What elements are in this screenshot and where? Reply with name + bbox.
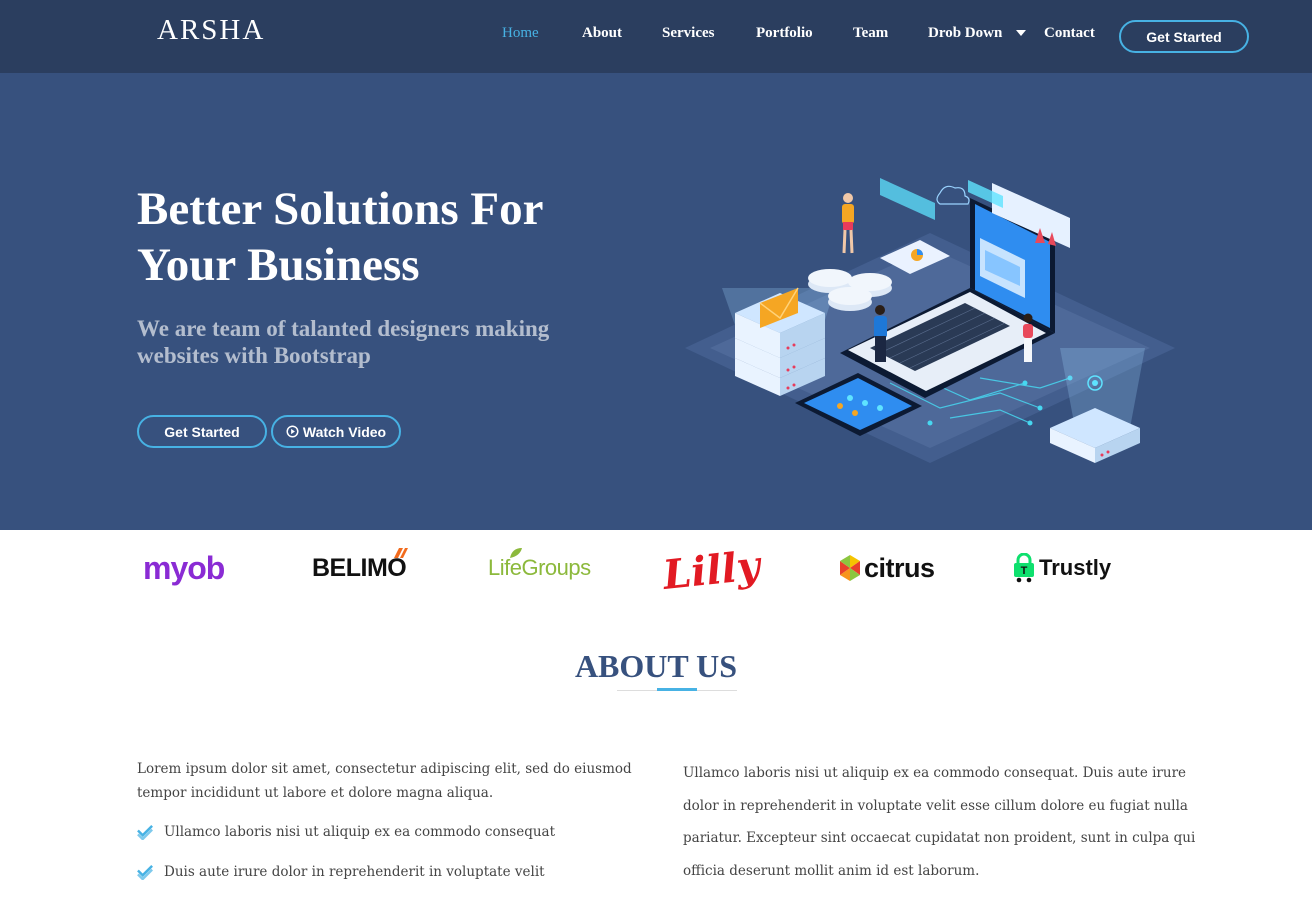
- hero-title: Better Solutions For Your Business: [137, 183, 543, 291]
- play-circle-icon: [286, 425, 299, 438]
- double-check-icon: [137, 824, 153, 840]
- about-check-item: Ullamco laboris nisi ut aliquip ex ea co…: [137, 823, 555, 840]
- main-nav: Home About Services Portfolio Team Drob …: [0, 0, 1312, 73]
- about-left-column: Lorem ipsum dolor sit amet, consectetur …: [137, 757, 677, 805]
- citrus-mark-icon: [840, 555, 860, 581]
- client-logo-belimo: BELIMO: [312, 538, 408, 598]
- about-check-item: Duis aute irure dolor in reprehenderit i…: [137, 863, 545, 880]
- client-logo-citrus: citrus: [838, 538, 935, 598]
- lock-cart-icon: T: [1014, 553, 1034, 583]
- get-started-label: Get Started: [164, 423, 240, 440]
- header-get-started-button[interactable]: Get Started: [1119, 20, 1249, 53]
- nav-dropdown[interactable]: Drob Down: [928, 25, 1002, 42]
- nav-about[interactable]: About: [582, 25, 622, 42]
- svg-text:T: T: [1021, 565, 1028, 577]
- about-intro: Lorem ipsum dolor sit amet, consectetur …: [137, 761, 632, 801]
- leaf-icon: [510, 548, 522, 558]
- watch-video-button[interactable]: Watch Video: [271, 415, 401, 448]
- chevron-down-icon[interactable]: [1016, 30, 1026, 36]
- hero-subtitle: We are team of talanted designers making…: [137, 316, 550, 368]
- clients-section: myob BELIMO LifeGroups Lilly citrus T Tr…: [0, 530, 1312, 600]
- nav-portfolio[interactable]: Portfolio: [756, 25, 813, 42]
- about-title: ABOUT US: [574, 648, 738, 684]
- check-text: Duis aute irure dolor in reprehenderit i…: [164, 863, 545, 880]
- watch-video-label: Watch Video: [302, 423, 387, 440]
- hero-section: Better Solutions For Your Business We ar…: [0, 73, 1312, 530]
- nav-team[interactable]: Team: [853, 25, 888, 42]
- double-check-icon: [137, 864, 153, 880]
- person-figure: [842, 193, 854, 254]
- nav-home[interactable]: Home: [502, 25, 539, 42]
- nav-contact[interactable]: Contact: [1044, 25, 1095, 42]
- client-logo-lilly: Lilly: [660, 541, 763, 599]
- client-logo-lifegroups: LifeGroups: [488, 538, 591, 598]
- hero-illustration: [685, 178, 1175, 463]
- title-accent: [657, 688, 697, 691]
- client-logo-trustly: T Trustly: [1012, 538, 1111, 598]
- site-header: ARSHA Home About Services Portfolio Team…: [0, 0, 1312, 73]
- get-started-button[interactable]: Get Started: [137, 415, 267, 448]
- nav-services[interactable]: Services: [662, 25, 714, 42]
- check-text: Ullamco laboris nisi ut aliquip ex ea co…: [164, 823, 556, 840]
- client-logo-myob: myob: [143, 549, 225, 586]
- about-right-text: Ullamco laboris nisi ut aliquip ex ea co…: [683, 765, 1196, 879]
- belimo-mark-icon: [394, 548, 408, 558]
